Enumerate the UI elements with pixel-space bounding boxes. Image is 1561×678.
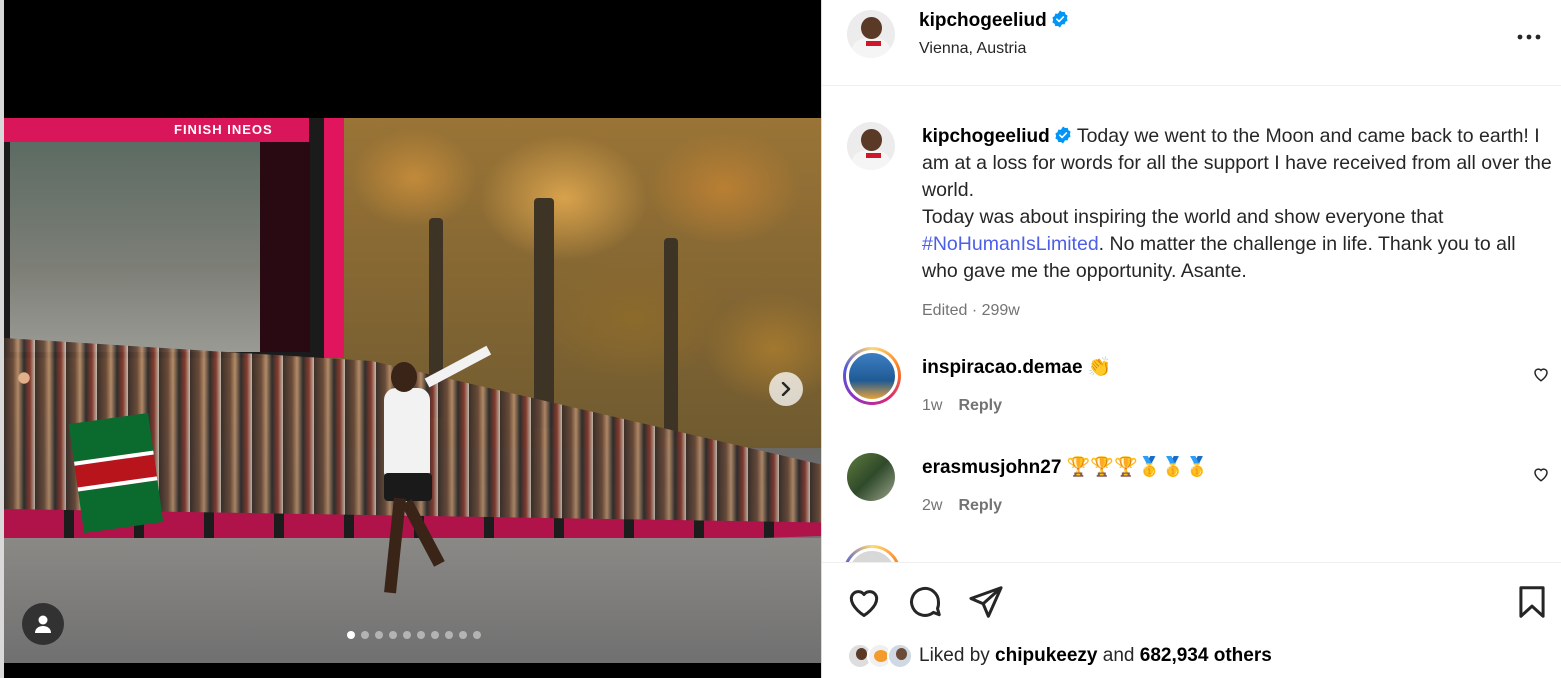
carousel-dot (361, 631, 369, 639)
author-avatar[interactable] (847, 10, 895, 58)
carousel-dot (347, 631, 355, 639)
user-tag-icon[interactable] (22, 603, 64, 645)
commenter-avatar[interactable] (847, 453, 895, 501)
comment-item: erasmusjohn27 🏆🏆🏆🥇🥇🥇 2w Reply (822, 453, 1561, 535)
caption-age[interactable]: 299w (982, 302, 1020, 319)
comment-text: 🏆🏆🏆🥇🥇🥇 (1066, 457, 1209, 478)
commenter-avatar[interactable] (843, 545, 901, 562)
carousel-dot (473, 631, 481, 639)
commenter-username[interactable]: erasmusjohn27 (922, 457, 1061, 478)
comment-age[interactable]: 2w (922, 497, 942, 514)
verified-badge-icon (1052, 10, 1068, 28)
comment-icon[interactable] (906, 583, 944, 621)
finish-screen: FINISH INEOS (4, 118, 344, 358)
comments-scroll[interactable]: kipchogeeliud Today we went to the Moon … (822, 87, 1561, 562)
comment-meta: 1w Reply (922, 397, 1002, 415)
caption-edited: Edited (922, 302, 968, 319)
comment-like-icon[interactable] (1532, 465, 1550, 483)
carousel-dot (403, 631, 411, 639)
kenya-flag (68, 412, 164, 534)
reply-button[interactable]: Reply (958, 397, 1002, 414)
comment-age[interactable]: 1w (922, 397, 942, 414)
post-header: kipchogeeliud Vienna, Austria (822, 0, 1561, 86)
commenter-avatar[interactable] (843, 347, 901, 405)
likes-summary: Liked by chipukeezy and 682,934 others (847, 643, 1272, 669)
commenter-username[interactable]: inspiracao.demae (922, 357, 1083, 378)
caption-author-avatar[interactable] (847, 122, 895, 170)
author-username[interactable]: kipchogeeliud (919, 10, 1047, 31)
post-media: FINISH INEOS (0, 0, 821, 678)
post-photo[interactable]: FINISH INEOS (4, 118, 821, 663)
caption-text-2: Today was about inspiring the world and … (922, 206, 1444, 228)
carousel-dot (417, 631, 425, 639)
heart-icon[interactable] (845, 583, 883, 621)
caption-hashtag-link[interactable]: #NoHumanIsLimited (922, 233, 1099, 255)
comment-like-icon[interactable] (1532, 365, 1550, 383)
liker-avatars (847, 643, 913, 669)
comment-text: 👏 (1087, 357, 1112, 378)
likes-middle: and (1097, 645, 1140, 666)
comment-item: inspiracao.demae 👏 1w Reply (822, 347, 1561, 435)
share-icon[interactable] (967, 583, 1005, 621)
carousel-dot (375, 631, 383, 639)
bookmark-icon[interactable] (1513, 583, 1551, 621)
runner-figure (349, 345, 492, 598)
comment-meta: 2w Reply (922, 497, 1002, 515)
carousel-dot (459, 631, 467, 639)
liker-username[interactable]: chipukeezy (995, 645, 1097, 667)
carousel-dots (347, 631, 481, 639)
post-sidebar: kipchogeeliud Vienna, Austria kipchogeel… (821, 0, 1561, 678)
caption-meta: Edited · 299w (922, 302, 1020, 319)
more-options-icon[interactable] (1517, 20, 1541, 46)
carousel-dot (445, 631, 453, 639)
post-caption: kipchogeeliud Today we went to the Moon … (922, 123, 1552, 324)
liker-avatar[interactable] (887, 643, 913, 669)
carousel-dot (431, 631, 439, 639)
verified-badge-icon (1055, 126, 1071, 144)
finish-banner: FINISH INEOS (4, 118, 309, 142)
caption-author[interactable]: kipchogeeliud (922, 126, 1050, 147)
chevron-right-icon[interactable] (769, 372, 803, 406)
likes-count-link[interactable]: 682,934 others (1140, 645, 1272, 667)
carousel-dot (389, 631, 397, 639)
post-location[interactable]: Vienna, Austria (919, 40, 1026, 58)
likes-prefix: Liked by (919, 645, 996, 666)
post-actions: Liked by chipukeezy and 682,934 others (822, 562, 1561, 678)
reply-button[interactable]: Reply (958, 497, 1002, 514)
